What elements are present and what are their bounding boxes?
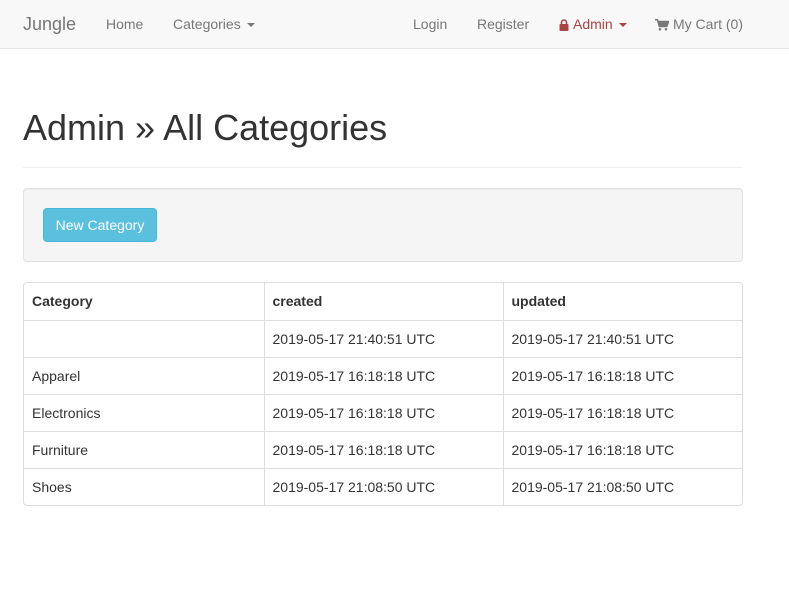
nav-cart-label: My Cart (0) (673, 16, 743, 32)
cart-icon (655, 19, 669, 31)
nav-home-label: Home (106, 16, 144, 32)
created-cell: 2019-05-17 21:40:51 UTC (263, 319, 503, 357)
lock-icon (559, 19, 569, 31)
created-cell: 2019-05-17 16:18:18 UTC (263, 356, 503, 394)
table-row: Electronics 2019-05-17 16:18:18 UTC 2019… (24, 393, 742, 431)
chevron-down-icon (618, 23, 627, 28)
nav-register-link[interactable]: Register (477, 0, 529, 48)
category-name-cell: Shoes (24, 467, 264, 505)
table-row: 2019-05-17 21:40:51 UTC 2019-05-17 21:40… (24, 319, 742, 357)
category-name-cell (24, 319, 264, 357)
created-cell: 2019-05-17 21:08:50 UTC (263, 467, 503, 505)
column-header-updated: updated (502, 283, 742, 320)
column-header-created: created (263, 283, 503, 320)
column-header-category: Category (32, 293, 93, 310)
categories-table: Category created updated 2019-05-17 21:4… (23, 282, 743, 506)
chevron-down-icon (246, 23, 255, 28)
nav-login-link[interactable]: Login (413, 0, 447, 48)
page-title: Admin » All Categories (23, 107, 388, 148)
created-cell: 2019-05-17 16:18:18 UTC (263, 393, 503, 431)
created-cell: 2019-05-17 16:18:18 UTC (263, 430, 503, 468)
updated-cell: 2019-05-17 16:18:18 UTC (502, 356, 742, 394)
nav-admin-label: Admin (573, 16, 613, 32)
category-name-cell: Furniture (24, 430, 264, 468)
nav-categories-label: Categories (173, 16, 241, 32)
updated-cell: 2019-05-17 16:18:18 UTC (502, 430, 742, 468)
table-row: Apparel 2019-05-17 16:18:18 UTC 2019-05-… (24, 356, 742, 394)
updated-cell: 2019-05-17 21:40:51 UTC (502, 319, 742, 357)
actions-panel: New Category (23, 188, 743, 262)
nav-cart-link[interactable]: My Cart (0) (655, 0, 743, 48)
table-header-row: Category created updated (24, 283, 742, 320)
brand-link[interactable]: Jungle (23, 0, 76, 48)
updated-cell: 2019-05-17 21:08:50 UTC (502, 467, 742, 505)
nav-login-label: Login (413, 16, 448, 32)
nav-admin-dropdown[interactable]: Admin (559, 0, 627, 48)
nav-home-link[interactable]: Home (106, 0, 143, 48)
category-name-cell: Electronics (24, 393, 264, 431)
navbar: Jungle Home Categories Login Register Ad… (0, 0, 789, 49)
new-category-button[interactable]: New Category (43, 208, 157, 242)
nav-register-label: Register (477, 16, 530, 32)
updated-cell: 2019-05-17 16:18:18 UTC (502, 393, 742, 431)
nav-categories-dropdown[interactable]: Categories (173, 0, 255, 48)
table-row: Shoes 2019-05-17 21:08:50 UTC 2019-05-17… (24, 467, 742, 505)
table-row: Furniture 2019-05-17 16:18:18 UTC 2019-0… (24, 430, 742, 468)
title-divider (23, 167, 743, 168)
category-name-cell: Apparel (24, 356, 264, 394)
